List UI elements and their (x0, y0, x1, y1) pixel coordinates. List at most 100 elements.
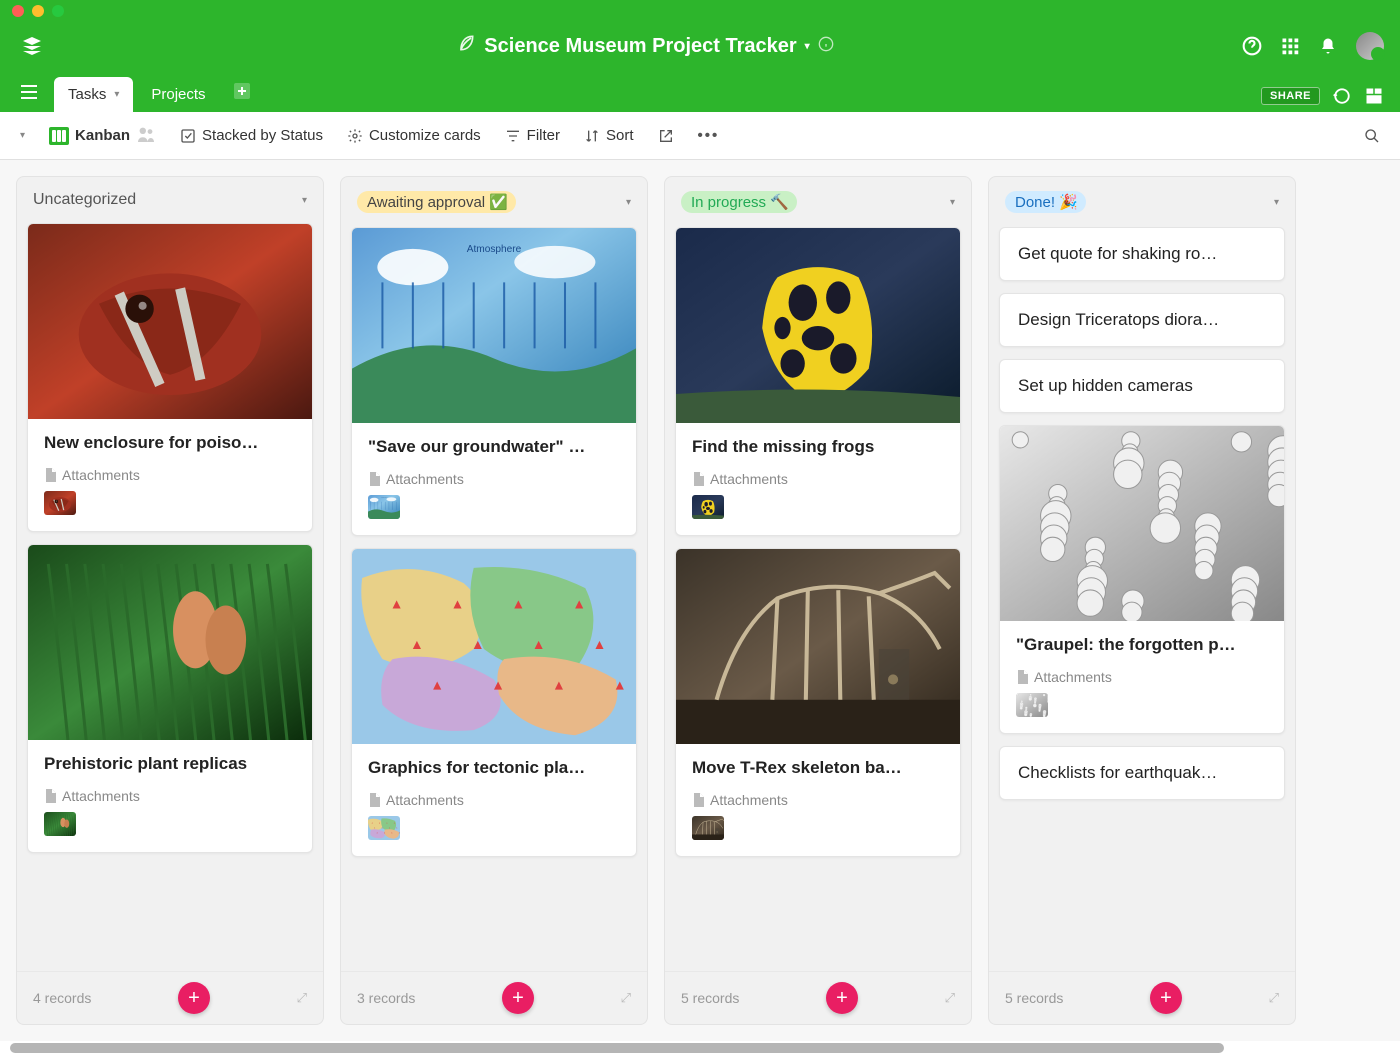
column-menu-icon[interactable]: ▾ (950, 197, 955, 208)
column-footer: 3 records + ⤢ (341, 971, 647, 1024)
filter-label: Filter (527, 127, 560, 144)
svg-text:Atmosphere: Atmosphere (467, 244, 522, 255)
kanban-card[interactable]: Find the missing frogs Attachments (675, 227, 961, 536)
add-card-button[interactable]: + (826, 982, 858, 1014)
add-tab-button[interactable] (224, 75, 260, 112)
card-image (676, 228, 960, 423)
checkbox-icon (180, 128, 196, 144)
sort-button[interactable]: Sort (584, 127, 634, 144)
app-logo-icon[interactable] (16, 30, 48, 62)
column-body[interactable]: Find the missing frogs Attachments Move … (665, 227, 971, 971)
column-menu-icon[interactable]: ▾ (626, 197, 631, 208)
column-header[interactable]: Uncategorized ▾ (17, 177, 323, 223)
column-body[interactable]: New enclosure for poiso… Attachments Pre… (17, 223, 323, 971)
record-count: 4 records (33, 990, 91, 1006)
info-icon[interactable] (818, 35, 834, 58)
expand-icon[interactable]: ⤢ (945, 990, 955, 1006)
column-body[interactable]: Get quote for shaking ro… Design Tricerat… (989, 227, 1295, 971)
kanban-card[interactable]: Prehistoric plant replicas Attachments (27, 544, 313, 853)
attachment-thumb[interactable] (44, 812, 76, 836)
column-footer: 5 records + ⤢ (665, 971, 971, 1024)
column-header[interactable]: Done! 🎉 ▾ (989, 177, 1295, 227)
horizontal-scrollbar[interactable] (0, 1041, 1400, 1055)
expand-icon[interactable]: ⤢ (621, 990, 631, 1006)
search-button[interactable] (1364, 128, 1380, 144)
kanban-card[interactable]: Atmosphere "Save our groundwater" … Atta… (351, 227, 637, 536)
help-icon[interactable] (1242, 36, 1262, 56)
customize-cards-button[interactable]: Customize cards (347, 127, 481, 144)
kanban-icon (49, 127, 69, 145)
attachments-row: Attachments (692, 792, 944, 808)
attachment-thumb[interactable] (368, 816, 400, 840)
column-header[interactable]: In progress 🔨 ▾ (665, 177, 971, 227)
add-card-button[interactable]: + (178, 982, 210, 1014)
attachments-row: Attachments (44, 788, 296, 804)
tab-label: Tasks (68, 86, 106, 103)
column-body[interactable]: Atmosphere "Save our groundwater" … Atta… (341, 227, 647, 971)
user-avatar[interactable] (1356, 32, 1384, 60)
column-status-pill: Done! 🎉 (1005, 191, 1086, 213)
kanban-card[interactable]: Move T-Rex skeleton ba… Attachments (675, 548, 961, 857)
attachment-thumb[interactable] (692, 816, 724, 840)
expand-icon[interactable]: ⤢ (1269, 990, 1279, 1006)
kanban-column-prog: In progress 🔨 ▾ Find the missing frogs A… (664, 176, 972, 1025)
filter-button[interactable]: Filter (505, 127, 560, 144)
attachment-thumb[interactable]: Atmosphere (368, 495, 400, 519)
customize-label: Customize cards (369, 127, 481, 144)
stacked-by-button[interactable]: Stacked by Status (180, 127, 323, 144)
attachments-row: Attachments (692, 471, 944, 487)
card-image (28, 224, 312, 419)
kanban-card[interactable]: Get quote for shaking ro… (999, 227, 1285, 281)
window-controls (0, 0, 1400, 18)
leaf-icon (456, 33, 476, 59)
maximize-window-icon[interactable] (52, 5, 64, 17)
kanban-card[interactable]: New enclosure for poiso… Attachments (27, 223, 313, 532)
attachments-label: Attachments (386, 471, 464, 487)
external-link-icon (658, 128, 674, 144)
views-dropdown-icon[interactable]: ▾ (20, 130, 25, 141)
column-menu-icon[interactable]: ▾ (302, 195, 307, 206)
apps-grid-icon[interactable] (1280, 36, 1300, 56)
kanban-board: Uncategorized ▾ New enclosure for poiso…… (0, 160, 1400, 1041)
minimize-window-icon[interactable] (32, 5, 44, 17)
kanban-card[interactable]: Set up hidden cameras (999, 359, 1285, 413)
search-icon (1364, 128, 1380, 144)
menu-icon[interactable] (8, 77, 50, 112)
sort-label: Sort (606, 127, 634, 144)
chevron-down-icon[interactable]: ▾ (114, 89, 119, 100)
share-button[interactable]: SHARE (1261, 87, 1320, 105)
column-header[interactable]: Awaiting approval ✅ ▾ (341, 177, 647, 227)
add-card-button[interactable]: + (502, 982, 534, 1014)
kanban-card[interactable]: Graphics for tectonic pla… Attachments (351, 548, 637, 857)
attachment-thumb[interactable] (692, 495, 724, 519)
more-options-button[interactable]: ••• (698, 127, 720, 144)
card-image (352, 549, 636, 744)
expand-icon[interactable]: ⤢ (297, 990, 307, 1006)
blocks-icon[interactable] (1364, 86, 1384, 106)
attachment-thumb[interactable] (44, 491, 76, 515)
kanban-card[interactable]: Design Triceratops diora… (999, 293, 1285, 347)
card-title: "Save our groundwater" … (368, 437, 620, 457)
title-dropdown-icon[interactable]: ▾ (805, 41, 810, 52)
record-count: 5 records (681, 990, 739, 1006)
notifications-icon[interactable] (1318, 36, 1338, 56)
column-menu-icon[interactable]: ▾ (1274, 197, 1279, 208)
view-switcher[interactable]: Kanban (49, 126, 156, 146)
kanban-card[interactable]: Checklists for earthquak… (999, 746, 1285, 800)
kanban-card[interactable]: "Graupel: the forgotten p… Attachments (999, 425, 1285, 734)
share-view-button[interactable] (658, 128, 674, 144)
add-card-button[interactable]: + (1150, 982, 1182, 1014)
attachments-row: Attachments (1016, 669, 1268, 685)
gear-icon (347, 128, 363, 144)
attachments-label: Attachments (62, 467, 140, 483)
attachment-thumb[interactable] (1016, 693, 1048, 717)
column-title-text: Uncategorized (33, 191, 136, 209)
tab-projects[interactable]: Projects (137, 77, 219, 112)
record-count: 3 records (357, 990, 415, 1006)
column-status-pill: In progress 🔨 (681, 191, 797, 213)
history-icon[interactable] (1332, 86, 1352, 106)
project-title[interactable]: Science Museum Project Tracker (484, 35, 796, 58)
tab-tasks[interactable]: Tasks ▾ (54, 77, 133, 112)
close-window-icon[interactable] (12, 5, 24, 17)
card-title: Graphics for tectonic pla… (368, 758, 620, 778)
